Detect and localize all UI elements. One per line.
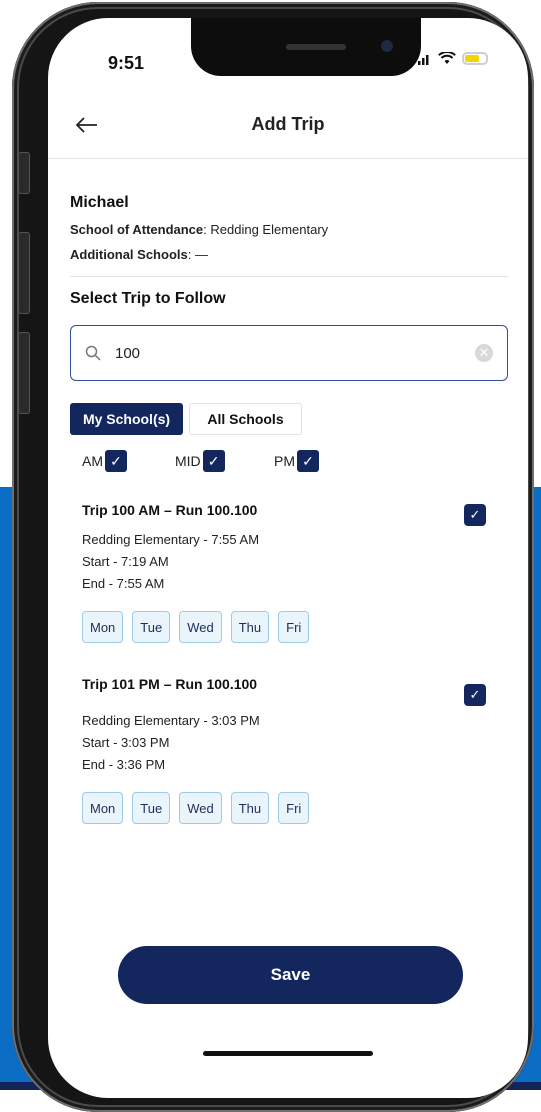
phone-volume-up <box>18 232 30 314</box>
day-chip-tue[interactable]: Tue <box>132 792 171 824</box>
phone-volume-down <box>18 332 30 414</box>
header-divider <box>48 158 528 159</box>
student-name: Michael <box>70 194 129 211</box>
notch <box>191 18 421 76</box>
save-button[interactable]: Save <box>118 946 463 1004</box>
tab-all-schools[interactable]: All Schools <box>189 403 302 435</box>
trip-end: End - 3:36 PM <box>82 757 166 772</box>
phone-mute-switch <box>18 152 30 194</box>
filter-pm[interactable]: PM ✓ <box>274 450 319 472</box>
trip-start: Start - 7:19 AM <box>82 554 169 569</box>
trip-end: End - 7:55 AM <box>82 576 165 591</box>
trip-title: Trip 101 PM – Run 100.100 <box>82 676 258 692</box>
status-time: 9:51 <box>108 53 145 73</box>
student-divider <box>70 276 508 277</box>
trip-school-time: Redding Elementary - 7:55 AM <box>82 532 260 547</box>
filter-am-label: AM <box>82 453 103 469</box>
trip-start: Start - 3:03 PM <box>82 735 170 750</box>
speaker <box>286 44 346 50</box>
school-of-attendance: School of Attendance: Redding Elementary <box>70 222 329 237</box>
checkbox-checked-icon[interactable]: ✓ <box>105 450 127 472</box>
battery-icon <box>462 52 488 65</box>
day-chip-thu[interactable]: Thu <box>230 792 270 824</box>
tab-my-schools[interactable]: My School(s) <box>70 403 183 435</box>
home-indicator[interactable] <box>203 1051 373 1056</box>
day-chip-mon[interactable]: Mon <box>82 611 124 643</box>
school-label: School of Attendance <box>70 222 204 237</box>
cellular-icon <box>418 54 429 65</box>
checkbox-checked-icon[interactable]: ✓ <box>297 450 319 472</box>
clear-icon[interactable]: ✕ <box>475 344 493 362</box>
day-chip-wed[interactable]: Wed <box>179 792 222 824</box>
page-title: Add Trip <box>251 114 325 134</box>
trip-days: Mon Tue Wed Thu Fri <box>82 792 310 824</box>
filter-pm-label: PM <box>274 453 295 469</box>
additional-schools: Additional Schools: — <box>70 247 208 262</box>
camera-icon <box>381 40 393 52</box>
search-icon <box>85 345 101 361</box>
status-icons <box>418 52 488 65</box>
day-chip-mon[interactable]: Mon <box>82 792 124 824</box>
trip-title: Trip 100 AM – Run 100.100 <box>82 502 258 518</box>
checkbox-checked-icon[interactable]: ✓ <box>202 450 225 472</box>
school-value: Redding Elementary <box>210 222 329 237</box>
search-box[interactable]: ✕ <box>70 325 508 381</box>
additional-label: Additional Schools <box>70 247 188 262</box>
day-chip-wed[interactable]: Wed <box>179 611 222 643</box>
section-title: Select Trip to Follow <box>70 290 226 307</box>
filter-mid-label: MID <box>175 453 201 469</box>
day-chip-fri[interactable]: Fri <box>278 792 310 824</box>
filter-mid[interactable]: MID ✓ <box>175 450 225 472</box>
trip-select-checkbox[interactable]: ✓ <box>464 504 486 526</box>
additional-value: — <box>194 247 208 262</box>
trip-select-checkbox[interactable]: ✓ <box>464 684 486 706</box>
phone-screen: 9:51 Add Trip Michael School of Attendan… <box>48 18 528 1098</box>
trip-school-time: Redding Elementary - 3:03 PM <box>82 713 260 728</box>
day-chip-thu[interactable]: Thu <box>230 611 270 643</box>
filter-am[interactable]: AM ✓ <box>82 450 127 472</box>
trip-days: Mon Tue Wed Thu Fri <box>82 611 310 643</box>
day-chip-tue[interactable]: Tue <box>132 611 171 643</box>
day-chip-fri[interactable]: Fri <box>278 611 310 643</box>
wifi-icon <box>438 52 456 64</box>
search-input[interactable] <box>113 343 447 363</box>
